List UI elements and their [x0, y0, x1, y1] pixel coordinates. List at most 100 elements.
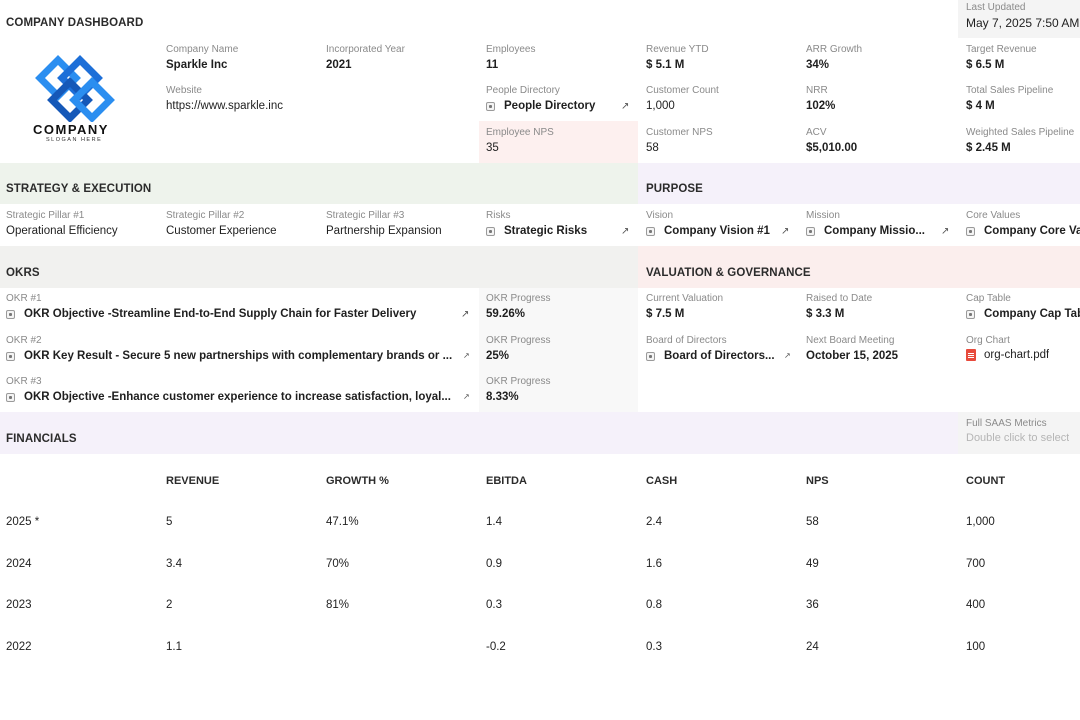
okr2-link[interactable]: OKR Key Result - Secure 5 new partnershi…: [24, 350, 454, 362]
open-link-icon[interactable]: ↗: [784, 351, 791, 360]
cap-table-label: Cap Table: [966, 293, 1011, 304]
cell-nps: 58: [806, 516, 819, 528]
employees-value: 11: [486, 59, 499, 71]
employees-label: Employees: [486, 44, 536, 55]
people-directory-label: People Directory: [486, 85, 560, 96]
target-revenue-value: $ 6.5 M: [966, 59, 1005, 71]
okr3-link[interactable]: OKR Objective -Enhance customer experien…: [24, 391, 454, 403]
strategic-risks-link[interactable]: Strategic Risks: [504, 225, 612, 237]
okr1-link[interactable]: OKR Objective -Streamline End-to-End Sup…: [24, 308, 454, 320]
mission-link[interactable]: Company Missio...: [824, 225, 936, 237]
people-directory-link[interactable]: People Directory: [504, 100, 612, 112]
cell-nps: 36: [806, 599, 819, 611]
incorporated-value: 2021: [326, 59, 352, 71]
nrr-label: NRR: [806, 85, 828, 96]
acv-label: ACV: [806, 127, 827, 138]
open-link-icon[interactable]: ↗: [621, 101, 629, 112]
logo-slogan: SLOGAN HERE: [46, 137, 103, 143]
key-result-icon: [6, 352, 15, 361]
cell-cash: 1.6: [646, 558, 662, 570]
open-link-icon[interactable]: ↗: [463, 392, 470, 401]
okr1-progress-value: 59.26%: [486, 308, 526, 320]
total-pipeline-label: Total Sales Pipeline: [966, 85, 1054, 96]
vision-label: Vision: [646, 210, 674, 221]
open-link-icon[interactable]: ↗: [781, 226, 789, 237]
pillar1-value: Operational Efficiency: [6, 225, 118, 237]
col-header-nps: NPS: [806, 475, 829, 487]
col-header-revenue: REVENUE: [166, 475, 220, 487]
current-valuation-label: Current Valuation: [646, 293, 724, 304]
okr1-progress-label: OKR Progress: [486, 293, 551, 304]
open-link-icon[interactable]: ↗: [461, 309, 469, 320]
purpose-section-bg: [638, 163, 1080, 204]
logo-mark-icon: [35, 55, 115, 123]
core-values-link[interactable]: Company Core Va: [984, 225, 1080, 237]
cell-nps: 49: [806, 558, 819, 570]
strategy-heading: STRATEGY & EXECUTION: [6, 183, 152, 195]
cell-count: 1,000: [966, 516, 995, 528]
nrr-value: 102%: [806, 100, 836, 112]
pillar1-label: Strategic Pillar #1: [6, 210, 85, 221]
cell-revenue: 5: [166, 516, 173, 528]
row-year: 2024: [6, 558, 32, 570]
shield-icon: [646, 352, 655, 361]
table-icon: [486, 102, 495, 111]
col-header-count: COUNT: [966, 475, 1006, 487]
cell-revenue: 3.4: [166, 558, 182, 570]
website-link[interactable]: https://www.sparkle.inc: [166, 100, 283, 112]
risks-label: Risks: [486, 210, 511, 221]
target-icon: [6, 393, 15, 402]
board-link[interactable]: Board of Directors...: [664, 350, 776, 362]
incorporated-label: Incorporated Year: [326, 44, 405, 55]
cell-revenue: 1.1: [166, 641, 182, 653]
arr-growth-value: 34%: [806, 59, 830, 71]
cell-cash: 0.3: [646, 641, 662, 653]
cell-growth: 47.1%: [326, 516, 359, 528]
okrs-heading: OKRS: [6, 267, 40, 279]
customer-count-label: Customer Count: [646, 85, 719, 96]
mission-label: Mission: [806, 210, 840, 221]
weighted-pipeline-value: $ 2.45 M: [966, 142, 1011, 154]
okr2-progress-value: 25%: [486, 350, 510, 362]
cell-nps: 24: [806, 641, 819, 653]
cell-revenue: 2: [166, 599, 173, 611]
core-values-label: Core Values: [966, 210, 1021, 221]
saas-metrics-hint[interactable]: Double click to select: [966, 432, 1069, 444]
cell-count: 700: [966, 558, 986, 570]
customer-count-value: 1,000: [646, 100, 675, 112]
okr3-progress-value: 8.33%: [486, 391, 519, 403]
employee-nps-value: 35: [486, 142, 499, 154]
document-icon: [646, 227, 655, 236]
employee-nps-label: Employee NPS: [486, 127, 554, 138]
cell-growth: 81%: [326, 599, 350, 611]
raised-label: Raised to Date: [806, 293, 873, 304]
revenue-ytd-label: Revenue YTD: [646, 44, 709, 55]
cell-growth: 70%: [326, 558, 350, 570]
financials-section-bg: [0, 412, 958, 454]
vision-link[interactable]: Company Vision #1: [664, 225, 776, 237]
cap-table-link[interactable]: Company Cap Tab: [984, 308, 1080, 320]
last-updated-value: May 7, 2025 7:50 AM: [966, 16, 1080, 30]
col-header-growth: GROWTH %: [326, 475, 389, 487]
okr1-label: OKR #1: [6, 293, 42, 304]
purpose-heading: PURPOSE: [646, 183, 703, 195]
pillar3-value: Partnership Expansion: [326, 225, 442, 237]
pillar3-label: Strategic Pillar #3: [326, 210, 405, 221]
cell-cash: 0.8: [646, 599, 662, 611]
open-link-icon[interactable]: ↗: [941, 226, 949, 237]
arr-growth-label: ARR Growth: [806, 44, 863, 55]
document-icon: [966, 310, 975, 319]
open-link-icon[interactable]: ↗: [621, 226, 629, 237]
next-meeting-value: October 15, 2025: [806, 350, 899, 362]
board-label: Board of Directors: [646, 335, 727, 346]
next-meeting-label: Next Board Meeting: [806, 335, 895, 346]
open-link-icon[interactable]: ↗: [463, 351, 470, 360]
cell-ebitda: 0.3: [486, 599, 502, 611]
row-year: 2025 *: [6, 516, 40, 528]
pillar2-label: Strategic Pillar #2: [166, 210, 245, 221]
target-revenue-label: Target Revenue: [966, 44, 1037, 55]
logo-wordmark: COMPANY: [33, 122, 109, 137]
org-chart-file[interactable]: org-chart.pdf: [984, 349, 1049, 361]
col-header-cash: CASH: [646, 475, 678, 487]
cell-ebitda: 0.9: [486, 558, 502, 570]
